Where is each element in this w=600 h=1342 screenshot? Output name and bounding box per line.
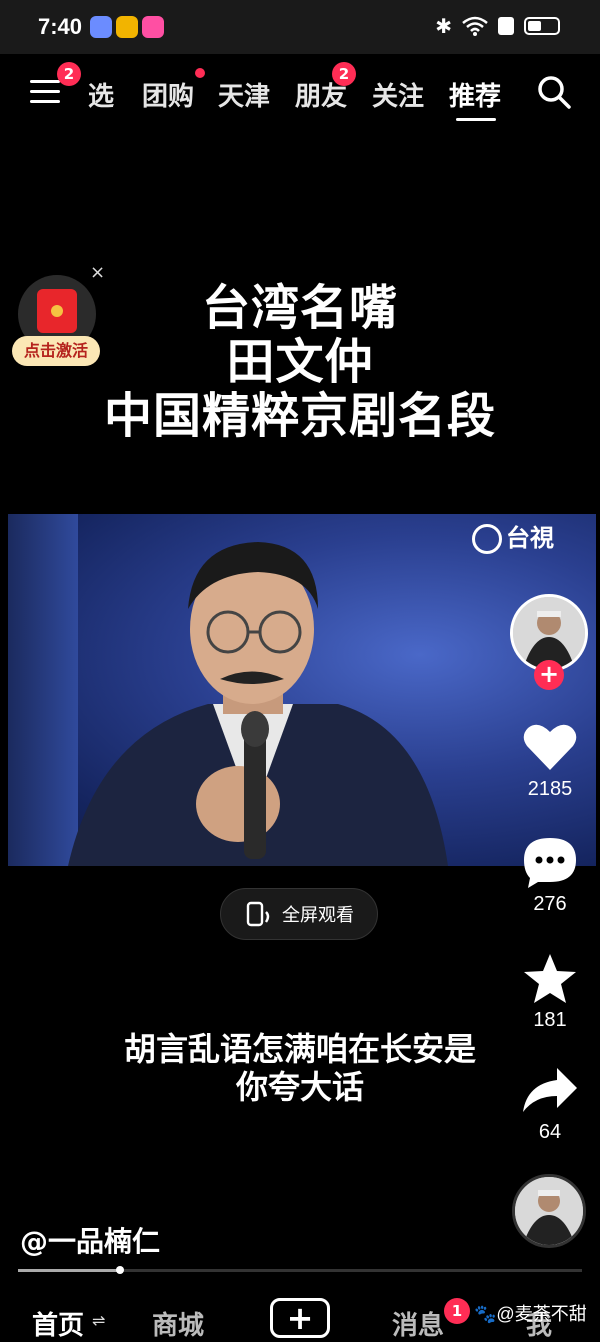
progress-knob[interactable] (115, 1266, 124, 1274)
status-time: 7:40 (38, 14, 83, 39)
menu-badge: 2 (57, 62, 81, 86)
tab-following[interactable]: 关注 (372, 76, 424, 113)
bluetooth-icon: ✱ (435, 14, 452, 38)
tab-tianjin[interactable]: 天津 (218, 76, 270, 113)
nav-home[interactable]: 首页 (32, 1305, 84, 1342)
friends-badge: 2 (332, 62, 356, 86)
share-count: 64 (538, 1121, 562, 1143)
search-icon[interactable] (536, 74, 572, 110)
paw-icon: 🐾 (474, 1304, 497, 1324)
weibo-icon (116, 16, 138, 38)
signal-icon (498, 17, 514, 35)
fullscreen-label: 全屏观看 (282, 905, 354, 926)
battery-icon (524, 17, 560, 35)
share-arrow-icon[interactable] (521, 1066, 579, 1114)
home-switch-icon: ⇌ (92, 1311, 106, 1330)
follow-button[interactable]: + (534, 660, 564, 690)
channel-logo: 台視 (472, 518, 554, 554)
app-notification-icon (90, 16, 112, 38)
active-tab-indicator (456, 118, 496, 121)
comment-count: 276 (533, 893, 567, 915)
nav-messages[interactable]: 消息 (392, 1305, 444, 1342)
tab-recommended[interactable]: 推荐 (449, 76, 501, 113)
video-frame[interactable] (8, 514, 596, 866)
watermark-text: @麦荼不甜 (496, 1304, 587, 1324)
favorite-star-icon[interactable] (522, 952, 578, 1006)
wifi-icon (462, 16, 488, 36)
channel-logo-mark (472, 524, 502, 554)
subtitle-line-2: 你夸大话 (235, 1068, 364, 1106)
author-name[interactable]: @一品楠仁 (20, 1220, 160, 1260)
comment-icon[interactable] (522, 836, 578, 888)
like-heart-icon[interactable] (522, 722, 578, 772)
tab-group-buy[interactable]: 团购 (142, 76, 194, 113)
battery-fill (528, 21, 541, 31)
menu-icon[interactable] (30, 80, 60, 106)
rotate-screen-icon (246, 901, 270, 927)
music-disc-avatar[interactable] (512, 1174, 586, 1248)
create-button[interactable]: + (270, 1298, 330, 1338)
status-icons: ✱ (435, 14, 560, 38)
shopping-app-icon (142, 16, 164, 38)
progress-fill (18, 1269, 120, 1272)
channel-logo-text: 台視 (506, 524, 554, 552)
tab-featured[interactable]: 选 (88, 76, 114, 113)
performer-figure (68, 542, 448, 866)
fullscreen-button[interactable]: 全屏观看 (220, 888, 378, 940)
messages-badge: 1 (444, 1298, 470, 1324)
nav-mall[interactable]: 商城 (152, 1305, 204, 1342)
like-count: 2185 (527, 778, 573, 800)
overlay-title-line-3: 中国精粹京剧名段 (103, 388, 496, 444)
watermark: 🐾@麦荼不甜 (474, 1300, 587, 1326)
favorite-count: 181 (533, 1009, 567, 1031)
group-buy-dot (195, 68, 205, 78)
